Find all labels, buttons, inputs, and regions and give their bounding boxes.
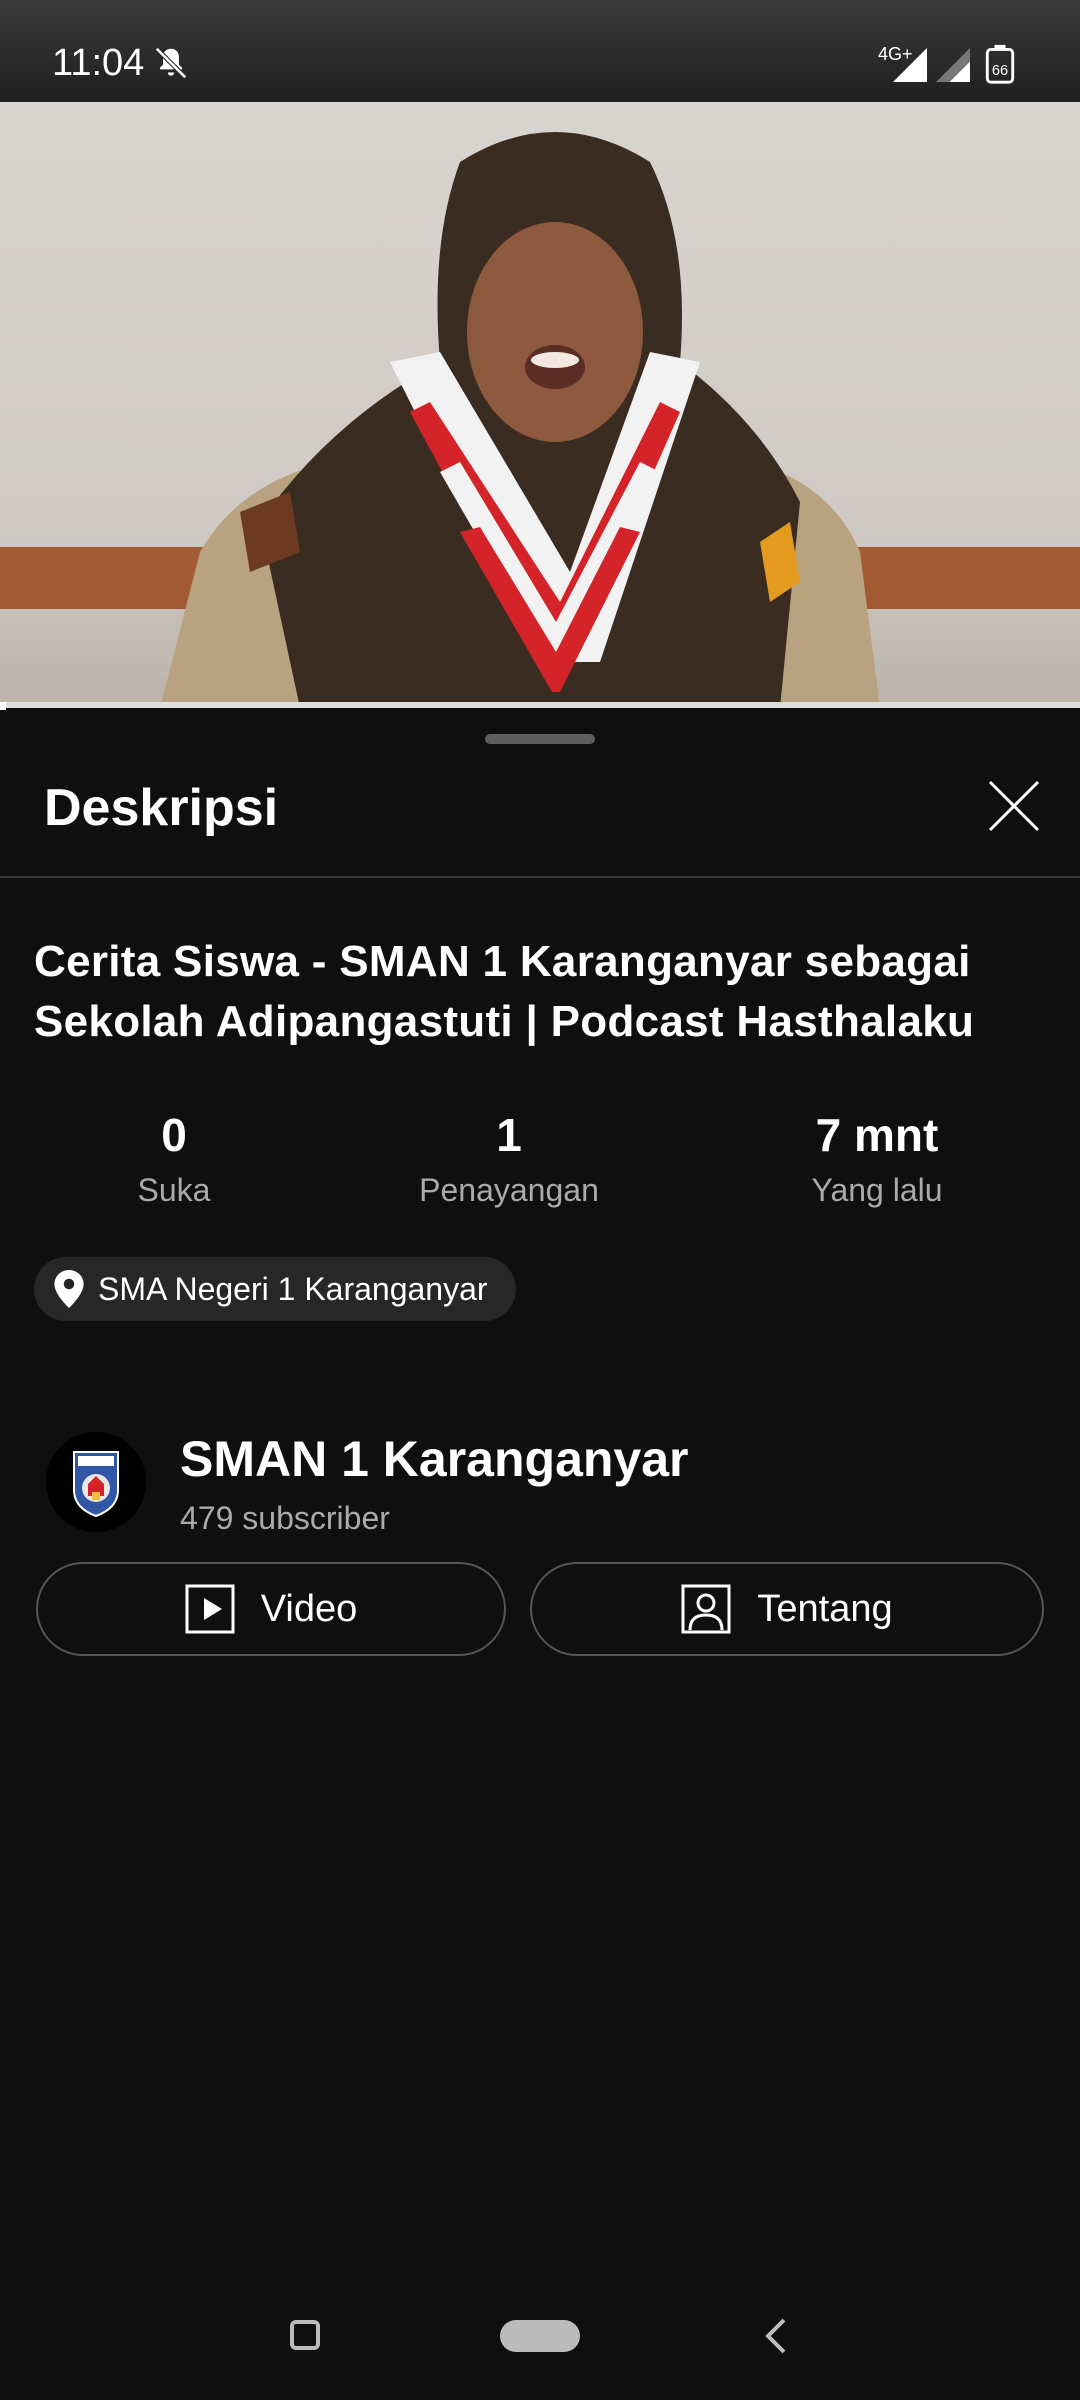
drag-handle[interactable] bbox=[485, 734, 595, 744]
play-square-icon bbox=[185, 1584, 235, 1634]
stat-value: 7 mnt bbox=[815, 1109, 939, 1161]
video-progress[interactable] bbox=[0, 702, 6, 710]
status-time: 11:04 bbox=[52, 42, 145, 84]
back-chevron-icon[interactable] bbox=[758, 2316, 794, 2356]
about-button-label: Tentang bbox=[757, 1587, 893, 1630]
signal-icon bbox=[936, 48, 970, 82]
divider bbox=[0, 876, 1080, 878]
location-chip[interactable]: SMA Negeri 1 Karanganyar bbox=[34, 1257, 516, 1321]
close-icon[interactable] bbox=[982, 774, 1046, 838]
channel-avatar[interactable] bbox=[46, 1432, 146, 1532]
status-bar: 11:04 4G+ 66 bbox=[0, 0, 1080, 102]
stat-value: 1 bbox=[496, 1109, 522, 1161]
location-pin-icon bbox=[54, 1270, 84, 1308]
description-sheet: Deskripsi Cerita Siswa - SMAN 1 Karangan… bbox=[0, 710, 1080, 2400]
signal-icon bbox=[893, 48, 927, 82]
svg-text:66: 66 bbox=[992, 63, 1008, 79]
stat-views: 1 Penayangan bbox=[359, 1108, 659, 1209]
stat-label: Suka bbox=[137, 1172, 211, 1208]
battery-icon: 66 bbox=[985, 44, 1015, 84]
videos-button-label: Video bbox=[260, 1587, 358, 1630]
channel-name[interactable]: SMAN 1 Karanganyar bbox=[180, 1430, 689, 1488]
about-button[interactable]: Tentang bbox=[530, 1562, 1044, 1656]
stat-label: Penayangan bbox=[419, 1172, 599, 1208]
home-button[interactable] bbox=[500, 2320, 580, 2352]
video-player[interactable] bbox=[0, 102, 1080, 708]
school-logo-icon bbox=[46, 1432, 146, 1532]
videos-button[interactable]: Video bbox=[36, 1562, 506, 1656]
desk-edge bbox=[0, 702, 1080, 708]
stat-label: Yang lalu bbox=[811, 1172, 943, 1208]
video-title: Cerita Siswa - SMAN 1 Karanganyar sebaga… bbox=[34, 937, 975, 1046]
video-frame-person bbox=[160, 132, 880, 708]
location-label: SMA Negeri 1 Karanganyar bbox=[98, 1270, 488, 1307]
stat-likes: 0 Suka bbox=[24, 1108, 324, 1209]
mute-bell-icon bbox=[155, 47, 187, 79]
sheet-title: Deskripsi bbox=[44, 779, 279, 837]
person-square-icon bbox=[681, 1584, 731, 1634]
stat-time-ago: 7 mnt Yang lalu bbox=[727, 1108, 1027, 1209]
recent-apps-button[interactable] bbox=[290, 2320, 320, 2350]
subscriber-count: 479 subscriber bbox=[180, 1500, 390, 1536]
stat-value: 0 bbox=[161, 1109, 187, 1161]
